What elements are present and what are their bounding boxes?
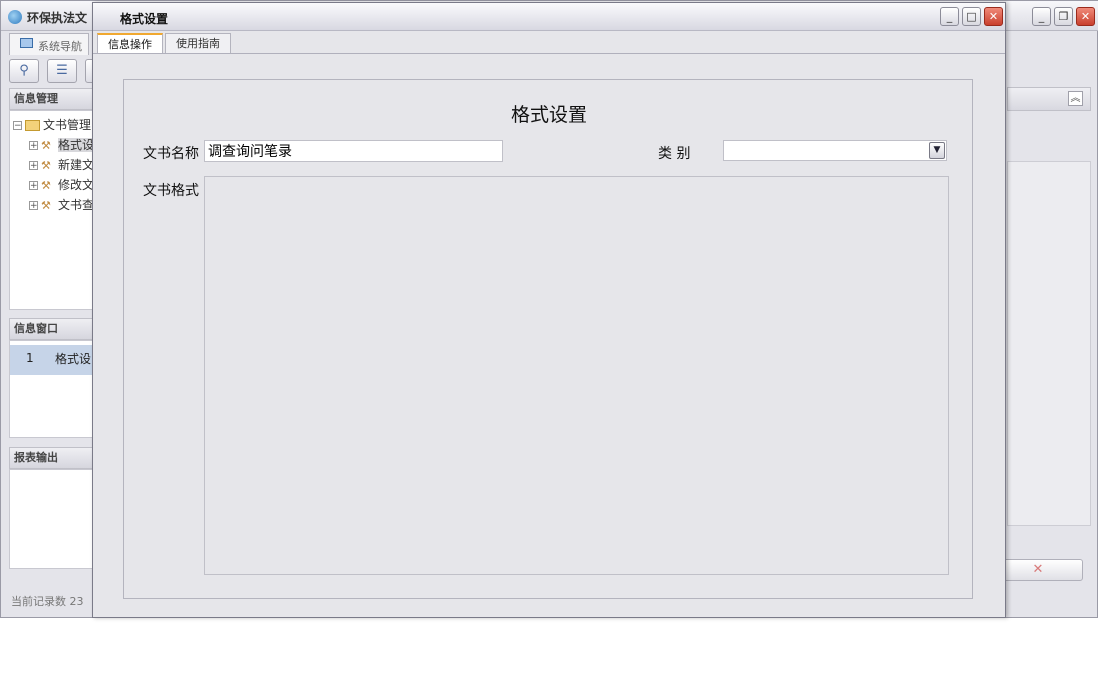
expand-icon[interactable]: + [29, 141, 38, 151]
tree-item-label: 文书查 [58, 198, 95, 212]
list-button[interactable]: ☰ [47, 59, 77, 83]
category-label: 类 别 [658, 146, 691, 162]
form-panel: 格式设置 文书名称 类 别 ▼ 文书格式 [123, 79, 973, 599]
expand-icon[interactable]: + [29, 201, 38, 211]
tab-system-nav[interactable]: 系统导航 [9, 33, 89, 55]
form-heading: 格式设置 [510, 104, 587, 126]
list-item-index: 1 [26, 351, 34, 365]
tree-root[interactable]: − 文书管理 [13, 116, 91, 134]
document-format-textarea[interactable] [204, 176, 949, 575]
expand-icon[interactable]: + [29, 181, 38, 191]
category-select[interactable]: ▼ [723, 140, 947, 161]
dialog-minimize-icon[interactable]: _ [940, 7, 959, 26]
chevron-down-icon[interactable]: ▼ [929, 142, 945, 159]
main-window-title: 环保执法文 [27, 11, 88, 25]
collapse-icon[interactable]: − [13, 121, 22, 131]
dialog-title: 格式设置 [120, 12, 169, 26]
tree-item[interactable]: + ⚒ 新建文 [29, 156, 94, 174]
tree-item-label: 修改文 [58, 178, 95, 192]
dialog-maximize-icon[interactable]: □ [962, 7, 981, 26]
expand-icon[interactable]: + [29, 161, 38, 171]
dialog-close-icon[interactable]: ✕ [984, 7, 1003, 26]
format-settings-dialog: 格式设置 _ □ ✕ 信息操作 使用指南 格式设置 文书名称 类 别 ▼ 文书格… [92, 2, 1006, 618]
monitor-icon [20, 38, 33, 48]
tab-user-guide[interactable]: 使用指南 [165, 33, 231, 53]
document-name-input[interactable] [204, 140, 503, 162]
main-minimize-icon[interactable]: _ [1032, 7, 1051, 26]
collapse-up-icon[interactable]: ︽ [1068, 91, 1083, 106]
cancel-button[interactable]: ✕ [993, 559, 1083, 581]
tree-item-label: 新建文 [58, 158, 95, 172]
tools-icon: ⚒ [41, 139, 51, 152]
list-icon: ☰ [56, 63, 68, 78]
search-button[interactable]: ⚲ [9, 59, 39, 83]
search-icon: ⚲ [19, 63, 29, 78]
tools-icon: ⚒ [41, 199, 51, 212]
tools-icon: ⚒ [41, 159, 51, 172]
report-panel-header: 报表输出 [9, 447, 93, 469]
main-restore-icon[interactable]: ❐ [1054, 7, 1073, 26]
info-tree: − 文书管理 + ⚒ 格式设 + ⚒ 新建文 + ⚒ 修改文 + ⚒ 文书查 [9, 110, 95, 310]
document-format-label: 文书格式 [143, 183, 199, 199]
tools-icon: ⚒ [41, 179, 51, 192]
tree-item[interactable]: + ⚒ 格式设 [29, 136, 95, 154]
document-name-label: 文书名称 [143, 146, 199, 162]
tree-item[interactable]: + ⚒ 修改文 [29, 176, 94, 194]
tab-info-operation[interactable]: 信息操作 [97, 33, 163, 53]
tree-item[interactable]: + ⚒ 文书查 [29, 196, 94, 214]
tree-root-label: 文书管理 [43, 118, 92, 132]
window-panel-header: 信息窗口 [9, 318, 93, 340]
list-item-label: 格式设 [55, 352, 92, 366]
folder-icon [25, 120, 40, 131]
app-logo-icon [8, 10, 22, 24]
main-close-icon[interactable]: ✕ [1076, 7, 1095, 26]
right-panel-body [1007, 161, 1091, 526]
status-record-count: 当前记录数 23 [11, 595, 84, 608]
close-icon: ✕ [1032, 562, 1044, 577]
dialog-tabs: 信息操作 使用指南 [93, 31, 1005, 54]
tab-system-nav-label: 系统导航 [38, 40, 82, 53]
tree-item-label: 格式设 [58, 138, 95, 152]
dialog-titlebar[interactable]: 格式设置 _ □ ✕ [93, 3, 1005, 31]
report-panel-body [9, 469, 93, 569]
info-panel-header: 信息管理 [9, 88, 93, 110]
list-item[interactable]: 1 格式设 [10, 345, 92, 375]
